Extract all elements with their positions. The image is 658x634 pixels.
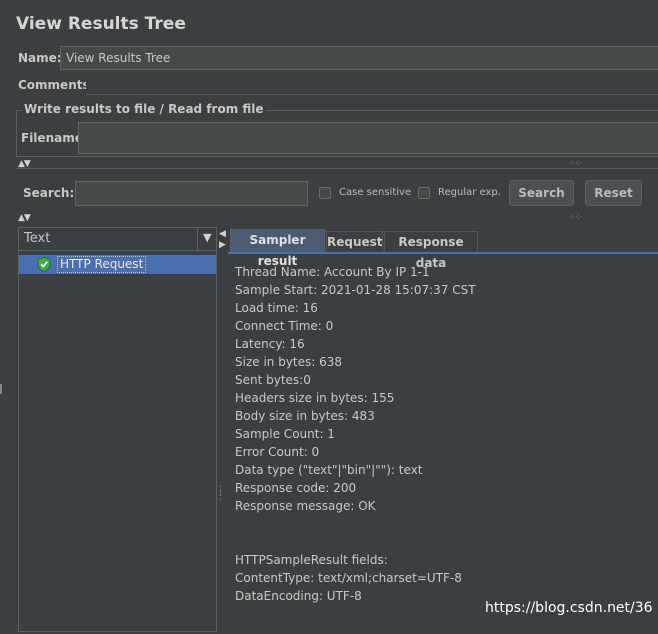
- regexp-checkbox[interactable]: [418, 187, 430, 199]
- regexp-label: Regular exp.: [438, 187, 501, 198]
- result-line: Sample Start: 2021-01-28 15:07:37 CST: [235, 283, 476, 297]
- results-tree-panel: [18, 227, 217, 632]
- reset-button[interactable]: Reset: [585, 180, 642, 206]
- result-line: Size in bytes: 638: [235, 355, 343, 369]
- result-line: Latency: 16: [235, 337, 305, 351]
- result-line: Response message: OK: [235, 499, 376, 513]
- collapse-arrows-icon[interactable]: ◀ ▶: [219, 229, 227, 251]
- name-label: Name:: [18, 51, 62, 65]
- tab-sampler-result[interactable]: Sampler result: [230, 229, 325, 268]
- result-line: Body size in bytes: 483: [235, 409, 375, 423]
- result-line: Error Count: 0: [235, 445, 320, 459]
- result-line: Data type ("text"|"bin"|""): text: [235, 463, 423, 477]
- comments-field[interactable]: [86, 76, 658, 95]
- result-line: Response code: 200: [235, 481, 357, 495]
- comments-label: Comments:: [18, 78, 95, 92]
- splitter-grip-icon[interactable]: ⁘⁘: [568, 213, 582, 223]
- case-sensitive-checkbox[interactable]: [319, 187, 331, 199]
- watermark: https://blog.csdn.net/36: [485, 600, 653, 616]
- sampler-result-text: Thread Name: Account By IP 1-1 Sample St…: [235, 263, 476, 605]
- filename-input[interactable]: [78, 122, 658, 154]
- tab-request[interactable]: Request: [326, 231, 383, 252]
- chevron-down-icon[interactable]: ▼: [203, 231, 211, 244]
- result-line: Sample Count: 1: [235, 427, 335, 441]
- collapse-arrows-icon[interactable]: ▲▼: [18, 213, 31, 223]
- file-group-title: Write results to file / Read from file: [22, 102, 266, 116]
- result-line: Headers size in bytes: 155: [235, 391, 395, 405]
- tab-response-data[interactable]: Response data: [384, 231, 478, 270]
- page-title: View Results Tree: [16, 14, 186, 34]
- result-line: Thread Name: Account By IP 1-1: [235, 265, 430, 279]
- tree-item-label: HTTP Request: [57, 256, 147, 273]
- result-line: [235, 515, 476, 533]
- name-field[interactable]: View Results Tree: [60, 46, 658, 70]
- result-line: [235, 533, 476, 551]
- renderer-selected: Text: [24, 231, 51, 246]
- search-input[interactable]: [75, 181, 308, 206]
- edge-grip: [0, 384, 2, 394]
- case-sensitive-label: Case sensitive: [339, 187, 412, 198]
- search-label: Search:: [23, 186, 75, 200]
- result-line: Sent bytes:0: [235, 373, 311, 387]
- combo-divider: [197, 228, 198, 250]
- result-line: Load time: 16: [235, 301, 318, 315]
- filename-label: Filename: [21, 131, 83, 145]
- search-button[interactable]: Search: [509, 180, 574, 206]
- divider: [16, 168, 658, 169]
- renderer-combo[interactable]: Text ▼: [19, 228, 216, 251]
- splitter-grip-icon[interactable]: ⁚ ⁚ ⁚: [219, 486, 225, 503]
- result-line: DataEncoding: UTF-8: [235, 589, 362, 603]
- tree-item-http-request[interactable]: HTTP Request: [19, 255, 216, 274]
- success-shield-icon: [37, 257, 51, 275]
- result-line: ContentType: text/xml;charset=UTF-8: [235, 571, 462, 585]
- result-line: HTTPSampleResult fields:: [235, 553, 388, 567]
- result-line: Connect Time: 0: [235, 319, 334, 333]
